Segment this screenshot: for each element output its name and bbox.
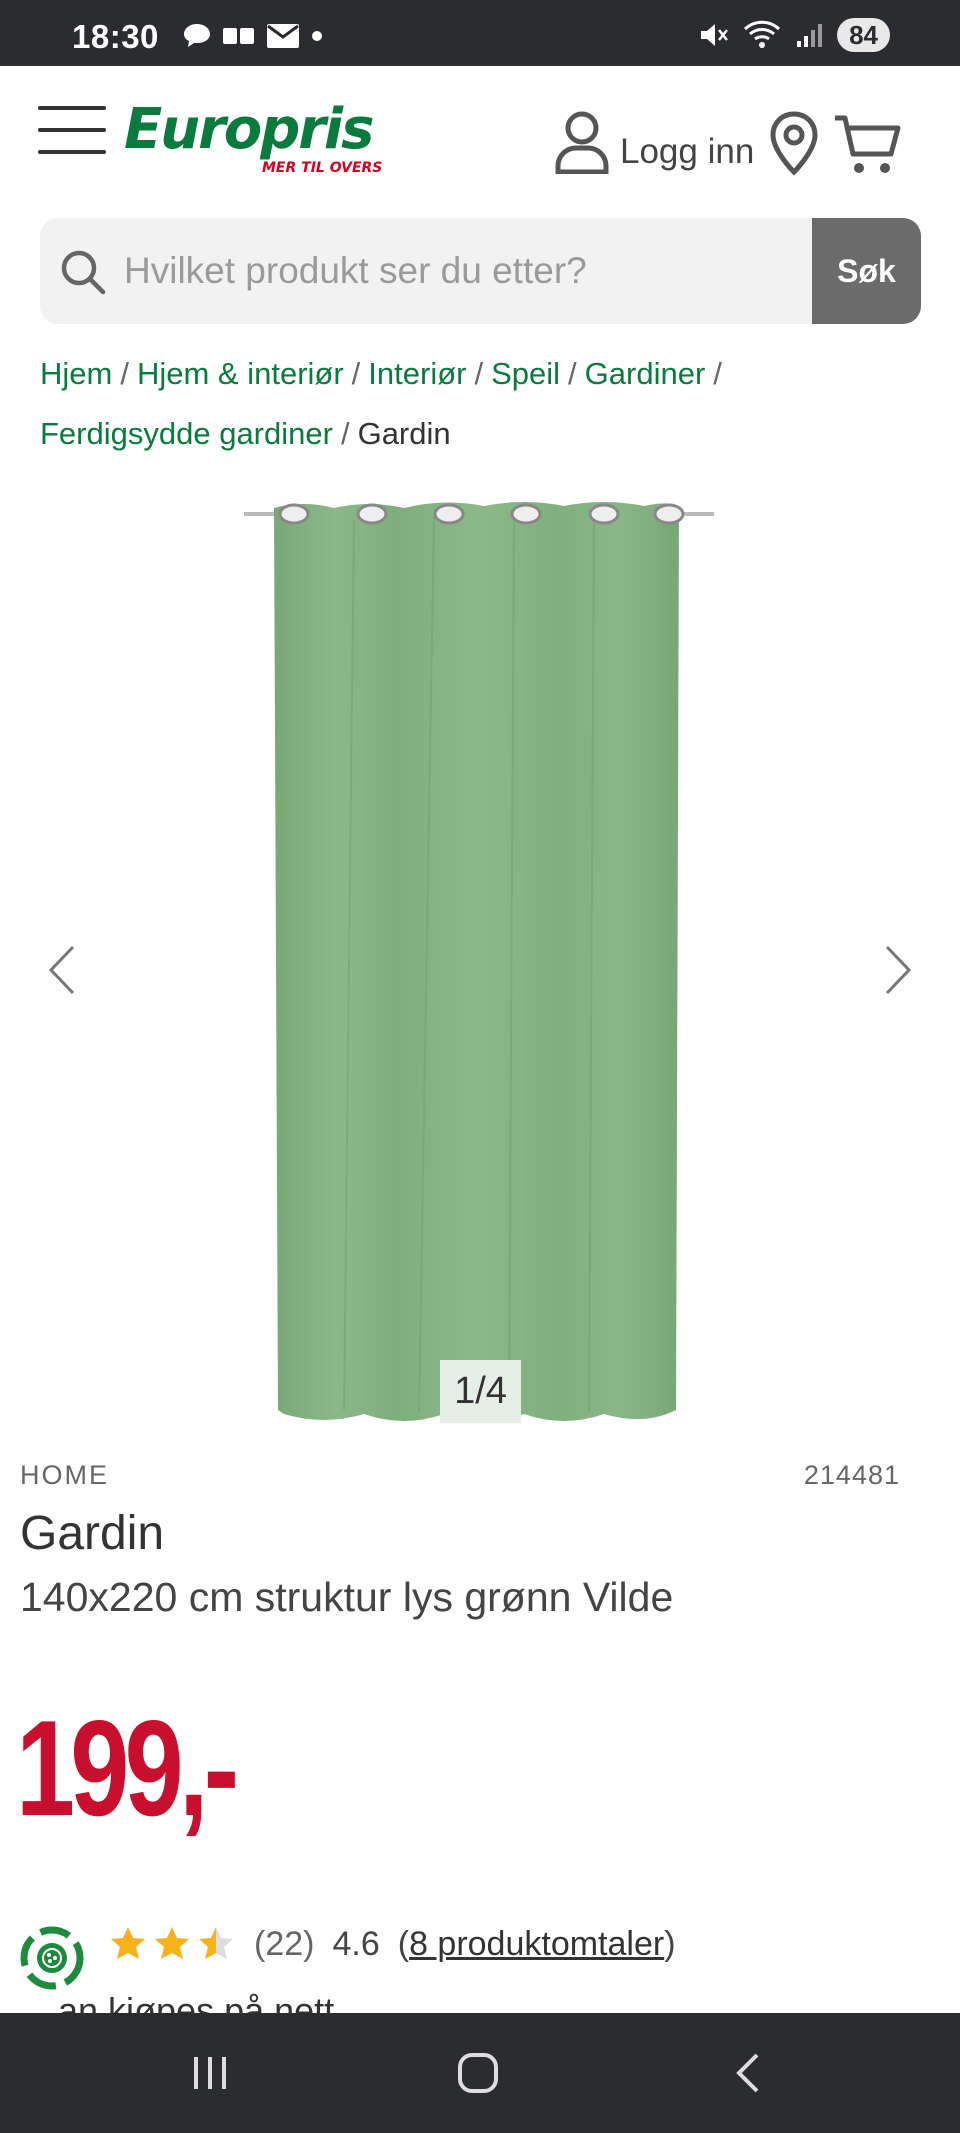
breadcrumb-ferdigsydde-gardiner[interactable]: Ferdigsydde gardiner	[40, 416, 333, 451]
product-image[interactable]	[244, 480, 714, 1440]
star-full-icon	[111, 1927, 145, 1959]
home-button[interactable]	[438, 2043, 518, 2103]
product-brand: HOME	[20, 1460, 109, 1490]
mail-icon	[267, 24, 299, 48]
gallery-icon	[223, 28, 254, 44]
back-button[interactable]	[708, 2043, 788, 2103]
product-meta: HOME 214481	[20, 1460, 900, 1491]
rating-count: (22)	[254, 1924, 315, 1963]
gallery-prev-button[interactable]	[32, 930, 92, 1010]
breadcrumb-gardiner[interactable]: Gardiner	[585, 356, 706, 391]
product-gallery: 1/4	[0, 480, 960, 1440]
search-input[interactable]	[124, 218, 824, 324]
product-price: 199,-	[16, 1692, 239, 1844]
cart-icon[interactable]	[832, 112, 902, 183]
signal-icon	[797, 24, 823, 47]
breadcrumb-interior[interactable]: Interiør	[368, 356, 466, 391]
image-counter: 1/4	[440, 1360, 521, 1423]
breadcrumb-speil[interactable]: Speil	[491, 356, 560, 391]
star-rating	[108, 1924, 236, 1964]
store-locator-icon[interactable]	[768, 110, 820, 181]
dot-icon	[312, 31, 322, 41]
europris-logo[interactable]: Europris MER TIL OVERS	[124, 97, 382, 177]
product-title: Gardin	[20, 1507, 165, 1560]
login-label: Logg inn	[620, 132, 755, 171]
notification-icons	[182, 22, 324, 50]
breadcrumb-hjem[interactable]: Hjem	[40, 356, 112, 391]
breadcrumb-hjem-interior[interactable]: Hjem & interiør	[137, 356, 344, 391]
rating-row: (22) 4.6 (8 produktomtaler)	[20, 1924, 676, 1964]
chat-bubble-icon	[184, 24, 210, 47]
gallery-next-button[interactable]	[868, 930, 928, 1010]
logo-tagline: MER TIL OVERS	[262, 160, 383, 176]
system-nav-bar	[0, 2013, 960, 2133]
search-icon	[61, 250, 106, 295]
login-button[interactable]: Logg inn	[552, 110, 754, 174]
menu-icon[interactable]	[38, 106, 106, 156]
user-icon	[555, 111, 609, 174]
star-half-icon	[199, 1927, 233, 1959]
product-subtitle: 140x220 cm struktur lys grønn Vilde	[20, 1574, 674, 1620]
reviews-wrapper: (8 produktomtaler)	[397, 1924, 676, 1963]
logo-text: Europris	[124, 97, 374, 162]
site-header: Europris MER TIL OVERS Logg inn	[0, 66, 960, 216]
chevron-left-icon	[48, 945, 75, 995]
mute-icon	[701, 24, 729, 46]
system-icons: 84	[697, 18, 890, 52]
reviews-link[interactable]: 8 produktomtaler	[409, 1925, 664, 1963]
back-icon	[736, 2053, 759, 2093]
status-bar: 18:30 84	[0, 0, 960, 66]
chevron-right-icon	[885, 945, 912, 995]
home-icon	[458, 2053, 498, 2093]
search-button[interactable]: Søk	[812, 218, 921, 324]
rating-score: 4.6	[332, 1924, 380, 1963]
search-bar: Søk	[40, 218, 921, 324]
breadcrumb-current: Gardin	[357, 416, 451, 451]
recent-apps-icon	[194, 2057, 226, 2089]
product-sku: 214481	[803, 1460, 900, 1490]
breadcrumb: Hjem / Hjem & interiør / Interiør / Speil / Gard…	[40, 356, 722, 451]
battery-indicator: 84	[837, 18, 890, 52]
wifi-icon	[744, 20, 781, 48]
recent-apps-button[interactable]	[170, 2043, 250, 2103]
status-time: 18:30	[72, 18, 159, 55]
star-full-icon	[155, 1927, 189, 1959]
